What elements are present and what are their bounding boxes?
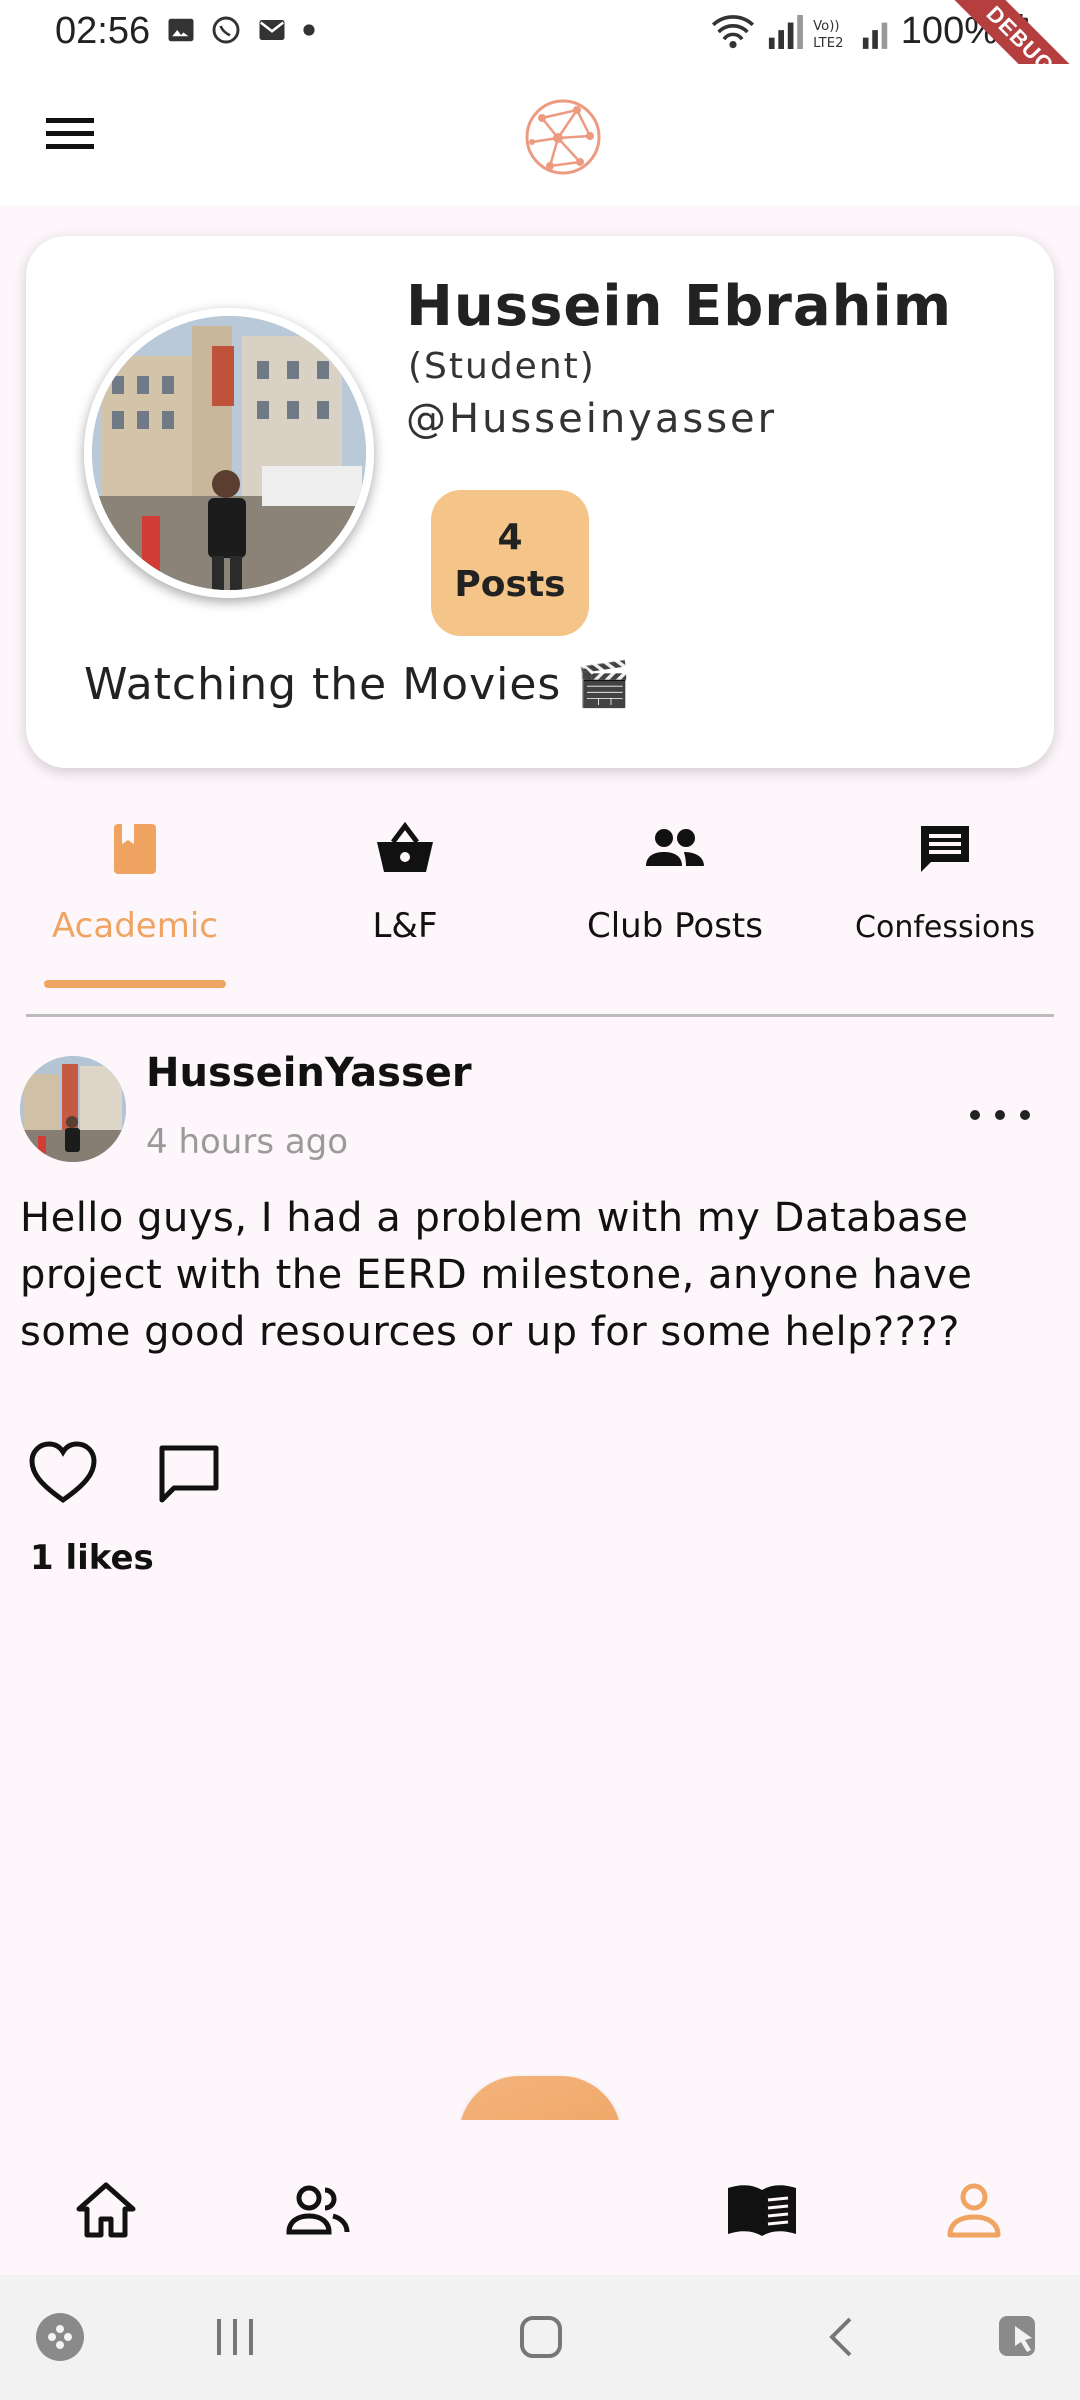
tab-label: L&F	[372, 906, 438, 946]
tab-label: Academic	[52, 906, 218, 946]
book-icon	[114, 824, 156, 874]
status-time: 02:56	[55, 10, 151, 52]
dot-icon	[303, 24, 315, 36]
tab-label: Confessions	[855, 910, 1035, 945]
basket-icon	[377, 822, 433, 872]
network-logo-icon	[525, 99, 601, 175]
mail-icon	[259, 20, 285, 40]
category-tabs: Academic L&F Club Posts Confessions	[0, 800, 1080, 1020]
tab-club-posts[interactable]: Club Posts	[540, 800, 810, 1000]
comment-icon	[159, 1445, 219, 1503]
gallery-icon	[168, 18, 194, 42]
post-author-name[interactable]: HusseinYasser	[146, 1050, 472, 1096]
tabs-divider	[26, 1014, 1054, 1017]
home-icon	[76, 2182, 136, 2238]
comment-button[interactable]	[156, 1442, 222, 1506]
svg-text:Vo)): Vo))	[813, 19, 839, 34]
tab-label: Club Posts	[587, 906, 763, 946]
likes-count: 1 likes	[30, 1538, 154, 1578]
more-options-button[interactable]	[970, 1100, 1030, 1130]
bottom-navigation	[0, 2120, 1080, 2275]
tab-lost-and-found[interactable]: L&F	[270, 800, 540, 1000]
posts-count: 4	[497, 517, 523, 558]
posts-count-badge[interactable]: 4 Posts	[431, 490, 589, 636]
wifi-icon	[711, 14, 754, 48]
signal-icon	[768, 14, 803, 49]
nav-home[interactable]	[66, 2170, 146, 2250]
nav-reader[interactable]	[722, 2170, 802, 2250]
game-launcher-icon	[36, 2313, 84, 2361]
back-button[interactable]	[806, 2307, 876, 2367]
profile-card: Hussein Ebrahim (Student) @Husseinyasser…	[26, 236, 1054, 768]
recent-apps-button[interactable]	[200, 2307, 270, 2367]
recent-apps-icon	[217, 2319, 253, 2355]
reader-icon	[728, 2185, 796, 2236]
menu-icon	[46, 118, 94, 149]
post-timestamp: 4 hours ago	[146, 1122, 349, 1162]
tab-academic[interactable]: Academic	[0, 800, 270, 1000]
svg-text:LTE2: LTE2	[813, 36, 843, 49]
people-icon	[286, 2185, 350, 2235]
profile-photo	[92, 316, 366, 590]
game-launcher-button[interactable]	[32, 2307, 88, 2367]
like-button[interactable]	[28, 1440, 98, 1506]
signal2-icon	[862, 22, 888, 49]
back-chevron-icon	[829, 2317, 852, 2357]
group-icon	[646, 829, 704, 866]
more-dot	[970, 1110, 980, 1120]
post-body: Hello guys, I had a problem with my Data…	[20, 1195, 973, 1355]
volte-icon: Vo)) LTE2	[813, 19, 843, 49]
system-navigation-bar	[0, 2275, 1080, 2400]
posts-label: Posts	[454, 564, 566, 605]
heart-icon	[29, 1441, 97, 1504]
notification-icons	[166, 14, 316, 46]
profile-icon	[947, 2183, 1001, 2238]
home-square-icon	[520, 2316, 562, 2358]
chat-icon	[921, 826, 969, 872]
profile-handle: @Husseinyasser	[406, 396, 778, 442]
menu-button[interactable]	[44, 114, 104, 162]
author-photo	[20, 1056, 126, 1162]
profile-name: Hussein Ebrahim	[406, 274, 953, 339]
nav-people[interactable]	[278, 2170, 358, 2250]
profile-status: Watching the Movies 🎬	[84, 659, 633, 710]
touch-icon	[999, 2316, 1035, 2356]
more-dot	[1020, 1110, 1030, 1120]
profile-role: (Student)	[408, 346, 596, 387]
status-bar: 02:56 Vo)) LTE2 100% DEBUG	[0, 0, 1080, 138]
more-dot	[995, 1110, 1005, 1120]
accessibility-button[interactable]	[990, 2307, 1050, 2367]
post-author-avatar[interactable]	[20, 1056, 126, 1162]
post-card: HusseinYasser 4 hours ago Hello guys, I …	[0, 1040, 1080, 1600]
home-button[interactable]	[506, 2307, 576, 2367]
whatsapp-icon	[212, 16, 240, 44]
profile-avatar[interactable]	[84, 308, 374, 598]
tab-indicator	[44, 980, 226, 988]
nav-profile[interactable]	[934, 2170, 1014, 2250]
tab-confessions[interactable]: Confessions	[810, 800, 1080, 1000]
app-bar	[0, 64, 1080, 206]
